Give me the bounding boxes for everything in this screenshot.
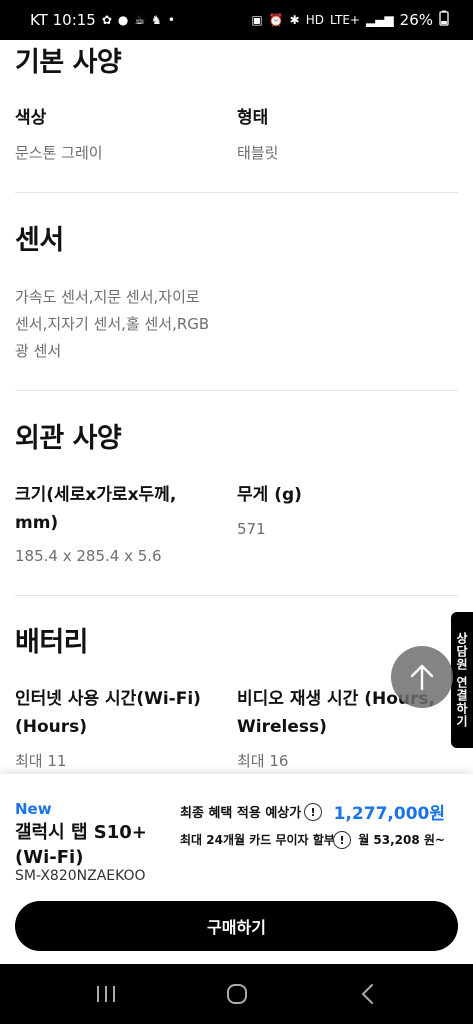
dot-icon: • (167, 13, 175, 27)
alarm-icon: ♞ (151, 13, 162, 27)
nfc-icon: ▣ (251, 13, 263, 27)
form-label: 형태 (237, 108, 269, 128)
home-icon (226, 984, 247, 1004)
form-value: 태블릿 (237, 144, 279, 162)
divider (15, 192, 458, 193)
sensor-value-line-1: 가속도 센서,지문 센서,자이로 (15, 288, 200, 306)
hd-icon: HD (305, 13, 324, 27)
status-bar: KT 10:15 ✿ ● ☕ ♞ • ▣ ⏰ ✱ HD LTE+ ▂▄▆ 26% (0, 0, 473, 40)
purchase-panel: New 갤럭시 탭 S10+ (Wi-Fi) SM-X820NZAEKOO 최종… (0, 774, 473, 964)
back-icon (361, 984, 373, 1004)
battery-icon (439, 10, 449, 30)
battery-level: 26% (399, 11, 433, 29)
sensor-value-line-2: 센서,지자기 센서,홀 센서,RGB (15, 315, 210, 333)
internet-time-label-line-1: 인터넷 사용 시간(Wi-Fi) (15, 689, 201, 709)
back-button[interactable] (338, 974, 398, 1014)
price-info-icon[interactable]: ! (304, 803, 322, 821)
internet-time-value: 최대 11 (15, 752, 67, 770)
settings-icon: ✿ (101, 13, 112, 27)
carrier-time: KT 10:15 (30, 11, 96, 29)
recent-apps-button[interactable] (76, 974, 136, 1014)
scroll-to-top-button[interactable] (391, 646, 453, 708)
divider (15, 390, 458, 391)
cafe-icon: ☕ (134, 13, 146, 27)
price-value: 1,277,000원 (333, 804, 445, 824)
size-value: 185.4 x 285.4 x 5.6 (15, 547, 162, 565)
bluetooth-icon: ✱ (289, 13, 300, 27)
weight-value: 571 (237, 520, 266, 538)
video-time-label-line-2: Wireless) (237, 717, 327, 737)
installment-label: 최대 24개월 카드 무이자 할부 (180, 833, 335, 847)
section-title-basic: 기본 사양 (15, 47, 122, 78)
price-label: 최종 혜택 적용 예상가 (180, 806, 302, 821)
internet-time-label-line-2: (Hours) (15, 717, 88, 737)
section-title-sensor: 센서 (15, 225, 64, 256)
network-label: LTE+ (329, 13, 360, 27)
weight-label: 무게 (g) (237, 485, 302, 505)
section-title-exterior: 외관 사양 (15, 423, 122, 454)
talk-icon: ● (117, 13, 129, 27)
color-value: 문스톤 그레이 (15, 144, 103, 162)
recent-apps-icon (96, 986, 115, 1002)
arrow-up-icon (410, 664, 434, 691)
consultant-side-tab[interactable]: 상담원 연결하기 (451, 612, 473, 748)
installment-info-icon[interactable]: ! (333, 831, 351, 849)
size-label-line-1: 크기(세로x가로x두께, (15, 485, 177, 505)
section-title-battery: 배터리 (15, 627, 89, 658)
home-button[interactable] (207, 974, 267, 1014)
size-label-line-2: mm) (15, 513, 59, 533)
buy-button[interactable]: 구매하기 (15, 901, 458, 951)
product-name: 갤럭시 탭 S10+ (Wi-Fi) (15, 822, 147, 868)
color-label: 색상 (15, 108, 47, 128)
sensor-value-line-3: 광 센서 (15, 342, 62, 360)
signal-icon: ▂▄▆ (365, 13, 394, 27)
product-sku: SM-X820NZAEKOO (15, 868, 146, 884)
consultant-tab-label: 상담원 연결하기 (454, 631, 469, 729)
divider (15, 595, 458, 596)
navigation-bar (0, 964, 473, 1024)
alarm-clock-icon: ⏰ (268, 13, 284, 27)
installment-value: 월 53,208 원~ (358, 833, 445, 847)
new-badge: New (15, 800, 52, 818)
video-time-value: 최대 16 (237, 752, 289, 770)
